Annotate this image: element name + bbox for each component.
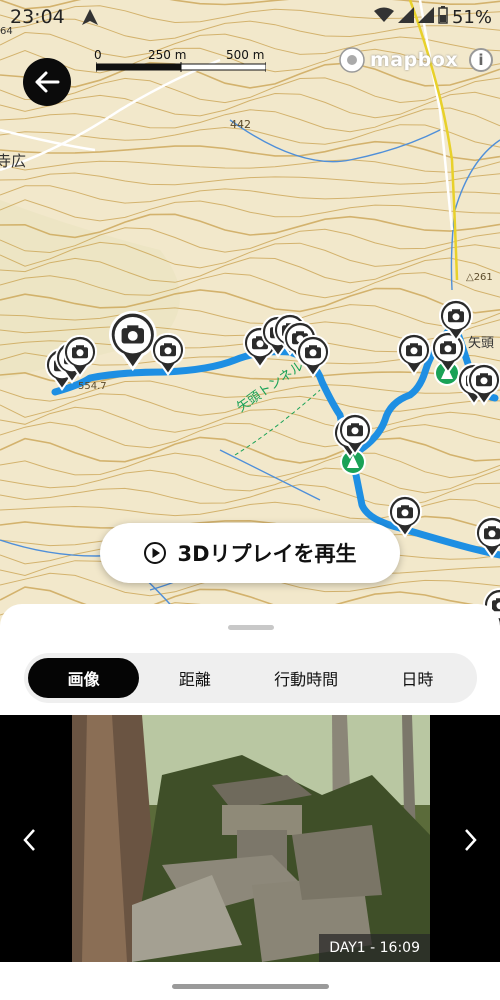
scale-label-250: 250 m xyxy=(148,48,187,62)
photo-pin-camera-icon[interactable] xyxy=(439,298,473,346)
photo-pin-camera-icon[interactable] xyxy=(109,311,157,375)
status-icons: 51% xyxy=(373,6,492,29)
scale-label-500: 500 m xyxy=(226,48,265,62)
status-bar: 23:04 51% xyxy=(0,0,500,36)
map-label-place: 寺広 xyxy=(0,152,27,170)
replay-label: 3Dリプレイを再生 xyxy=(177,542,357,566)
battery-icon xyxy=(438,6,448,29)
arrow-left-icon xyxy=(35,71,60,93)
photo-viewer: DAY1 - 16:09 xyxy=(0,715,500,962)
tab-datetime[interactable]: 日時 xyxy=(362,658,473,698)
status-time: 23:04 xyxy=(10,6,65,28)
map-label-elevation-442: 442 xyxy=(230,118,251,131)
photo-caption: DAY1 - 16:09 xyxy=(319,934,430,962)
photo-pin-camera-icon[interactable] xyxy=(151,332,185,380)
signal-icon xyxy=(397,7,414,28)
play-circle-icon xyxy=(144,542,167,564)
photo-pin-camera-icon[interactable] xyxy=(467,362,500,410)
mapbox-wordmark: mapbox xyxy=(370,49,459,71)
chevron-right-icon xyxy=(465,829,477,851)
info-icon[interactable]: i xyxy=(469,48,493,72)
next-photo-button[interactable] xyxy=(450,820,490,860)
photo-pin-camera-icon[interactable] xyxy=(397,332,431,380)
back-button[interactable] xyxy=(23,58,71,106)
tab-distance[interactable]: 距離 xyxy=(139,658,250,698)
mapbox-icon xyxy=(339,47,365,73)
signal-icon-2 xyxy=(417,7,434,28)
photo-pin-camera-icon[interactable] xyxy=(475,515,500,563)
photo-pin-camera-icon[interactable] xyxy=(338,412,372,460)
chevron-left-icon xyxy=(23,829,35,851)
sheet-drag-handle[interactable] xyxy=(228,625,274,630)
previous-photo-button[interactable] xyxy=(10,820,50,860)
bottom-sheet: 画像 距離 行動時間 日時 DAY1 - 16:09 xyxy=(0,604,500,1000)
photo-pin-camera-icon[interactable] xyxy=(63,334,97,382)
scale-label-0: 0 xyxy=(94,48,102,62)
sort-tabs: 画像 距離 行動時間 日時 xyxy=(24,653,477,703)
battery-percent: 51% xyxy=(451,7,492,28)
photo-pin-camera-icon[interactable] xyxy=(296,334,330,382)
mapbox-logo: mapbox xyxy=(338,46,458,74)
map-label-elevation-261: △261 xyxy=(466,272,493,283)
home-indicator xyxy=(172,984,329,989)
tab-activity-time[interactable]: 行動時間 xyxy=(251,658,362,698)
tab-images[interactable]: 画像 xyxy=(28,658,140,698)
map-view[interactable]: 442 554.7 △261 寺広 64 矢頭トンネル 矢頭 23:04 51%… xyxy=(0,0,500,640)
3d-replay-button[interactable]: 3Dリプレイを再生 xyxy=(100,523,400,583)
navigation-icon xyxy=(82,9,98,29)
photo-image[interactable] xyxy=(72,715,430,962)
wifi-icon xyxy=(373,7,394,28)
